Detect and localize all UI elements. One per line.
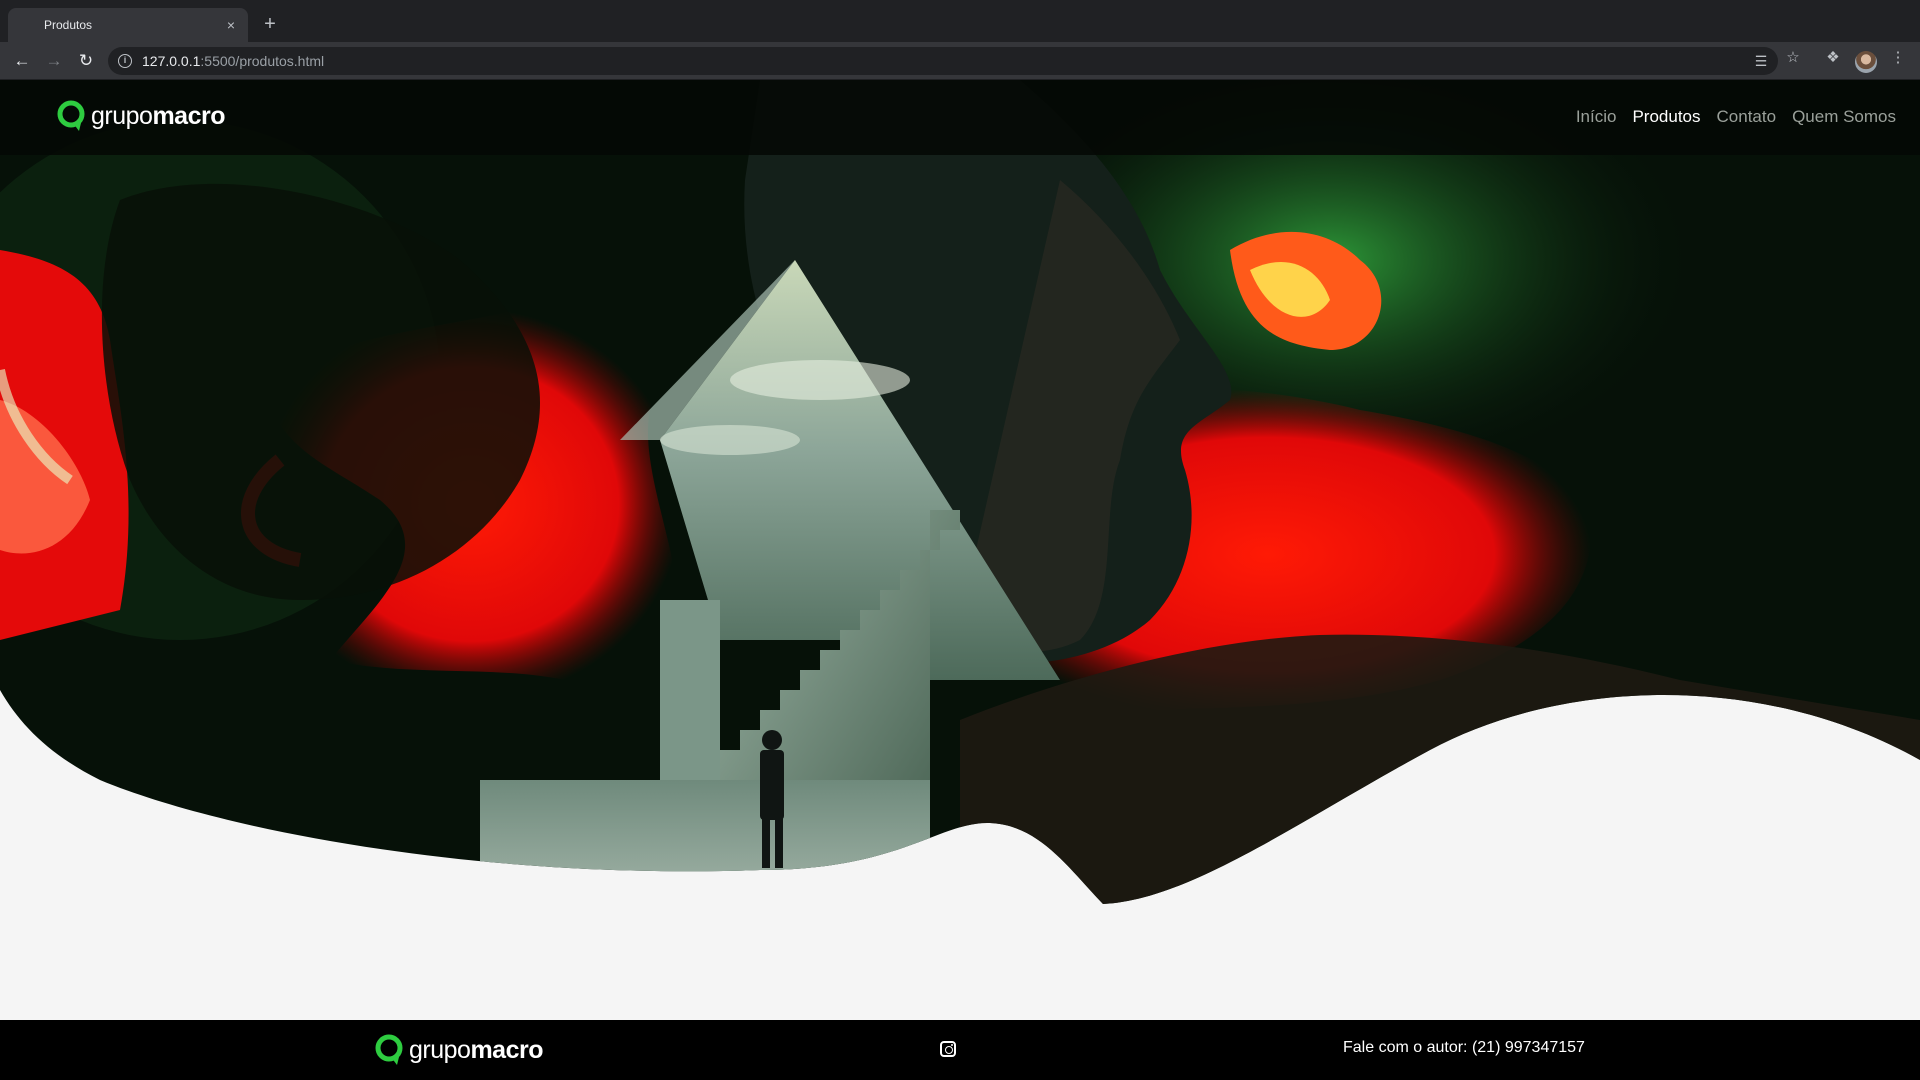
site-footer: grupomacro Fale com o autor: (21) 997347… <box>0 1020 1920 1080</box>
logo-text: grupomacro <box>91 101 225 130</box>
translate-icon[interactable]: ☰ <box>1751 51 1771 71</box>
footer-logo-text: grupomacro <box>409 1035 543 1064</box>
nav-link-produtos[interactable]: Produtos <box>1632 107 1700 127</box>
browser-tab-bar: Produtos × + <box>0 0 1920 42</box>
hero-banner-image <box>0 80 1920 904</box>
back-icon[interactable]: ← <box>10 49 34 73</box>
info-icon[interactable]: i <box>118 54 132 68</box>
browser-tab[interactable]: Produtos × <box>8 8 248 42</box>
menu-icon[interactable]: ⋮ <box>1888 48 1908 68</box>
footer-logo-mark-icon <box>375 1034 403 1065</box>
browser-toolbar: ← → ↻ i 127.0.0.1:5500/produtos.html ☰ ☆… <box>0 42 1920 80</box>
main-nav: Início Produtos Contato Quem Somos <box>1576 107 1896 127</box>
url-text[interactable]: 127.0.0.1:5500/produtos.html <box>142 53 324 69</box>
tab-close-icon[interactable]: × <box>222 16 240 34</box>
nav-link-inicio[interactable]: Início <box>1576 107 1617 127</box>
nav-link-quem-somos[interactable]: Quem Somos <box>1792 107 1896 127</box>
footer-logo[interactable]: grupomacro <box>373 1032 543 1068</box>
tab-title: Produtos <box>44 18 93 32</box>
address-bar[interactable]: i 127.0.0.1:5500/produtos.html ☰ <box>108 47 1778 75</box>
page-viewport: grupomacro Início Produtos Contato Quem … <box>0 80 1920 1080</box>
nav-link-contato[interactable]: Contato <box>1717 107 1777 127</box>
extensions-icon[interactable]: ❖ <box>1823 48 1843 68</box>
logo-mark-icon <box>57 100 85 131</box>
star-icon[interactable]: ☆ <box>1783 48 1803 68</box>
forward-icon[interactable]: → <box>42 49 66 73</box>
profile-avatar[interactable] <box>1855 51 1877 73</box>
site-header: grupomacro Início Produtos Contato Quem … <box>0 80 1920 155</box>
site-logo[interactable]: grupomacro <box>55 98 225 134</box>
instagram-icon[interactable] <box>940 1041 956 1057</box>
reload-icon[interactable]: ↻ <box>74 49 98 73</box>
new-tab-button[interactable]: + <box>258 13 282 37</box>
footer-contact: Fale com o autor: (21) 997347157 <box>1343 1039 1585 1056</box>
